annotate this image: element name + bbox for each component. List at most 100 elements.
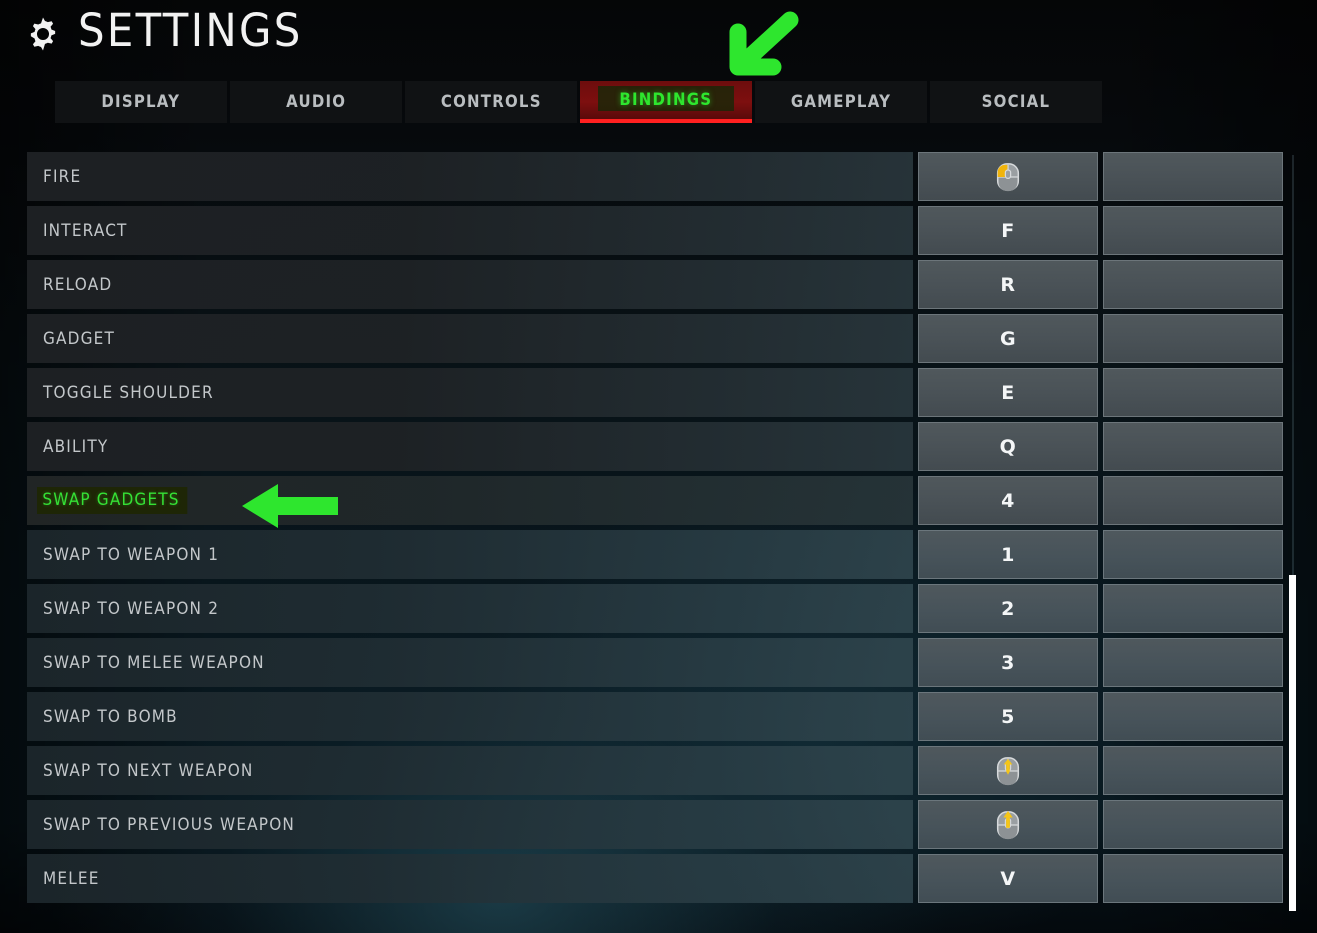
binding-primary-key[interactable]: E	[918, 368, 1098, 417]
tab-controls[interactable]: CONTROLS	[405, 81, 577, 123]
binding-primary-key[interactable]: 5	[918, 692, 1098, 741]
binding-primary-key-label: 4	[1001, 489, 1015, 512]
binding-row[interactable]: SWAP GADGETS 4	[27, 476, 1283, 525]
gear-icon	[30, 17, 56, 50]
binding-row[interactable]: SWAP TO NEXT WEAPON	[27, 746, 1283, 795]
binding-action-label: SWAP GADGETS	[37, 487, 187, 514]
binding-primary-key-label: Q	[999, 435, 1017, 458]
binding-primary-key[interactable]	[918, 746, 1098, 795]
binding-action-label: RELOAD	[43, 274, 113, 295]
binding-secondary-key[interactable]	[1103, 800, 1283, 849]
page-title: SETTINGS	[78, 4, 303, 57]
binding-action-cell: SWAP TO BOMB	[27, 692, 913, 741]
binding-primary-key[interactable]: Q	[918, 422, 1098, 471]
binding-action-label: SWAP TO MELEE WEAPON	[43, 652, 265, 673]
binding-secondary-key[interactable]	[1103, 368, 1283, 417]
binding-action-cell: SWAP TO MELEE WEAPON	[27, 638, 913, 687]
binding-action-cell: MELEE	[27, 854, 913, 903]
binding-secondary-key[interactable]	[1103, 692, 1283, 741]
binding-row[interactable]: SWAP TO WEAPON 1 1	[27, 530, 1283, 579]
binding-action-label: INTERACT	[43, 220, 128, 241]
binding-row[interactable]: SWAP TO PREVIOUS WEAPON	[27, 800, 1283, 849]
tab-gameplay[interactable]: GAMEPLAY	[755, 81, 927, 123]
binding-action-label: GADGET	[43, 328, 115, 349]
binding-action-cell: GADGET	[27, 314, 913, 363]
binding-secondary-key[interactable]	[1103, 530, 1283, 579]
binding-row[interactable]: RELOAD R	[27, 260, 1283, 309]
arrow-pointing-to-bindings-tab	[729, 11, 799, 76]
binding-primary-key-label: 3	[1001, 651, 1015, 674]
binding-action-label: SWAP TO NEXT WEAPON	[43, 760, 254, 781]
binding-action-label: ABILITY	[43, 436, 109, 457]
binding-row[interactable]: INTERACT F	[27, 206, 1283, 255]
binding-primary-key[interactable]	[918, 152, 1098, 201]
binding-action-cell: SWAP TO PREVIOUS WEAPON	[27, 800, 913, 849]
binding-primary-key[interactable]: G	[918, 314, 1098, 363]
binding-action-label: SWAP TO WEAPON 2	[43, 598, 220, 619]
mouse-left-icon	[996, 162, 1020, 191]
binding-action-label: TOGGLE SHOULDER	[43, 382, 214, 403]
binding-secondary-key[interactable]	[1103, 638, 1283, 687]
binding-row[interactable]: MELEE V	[27, 854, 1283, 903]
binding-action-cell: SWAP TO WEAPON 2	[27, 584, 913, 633]
binding-secondary-key[interactable]	[1103, 584, 1283, 633]
binding-row[interactable]: FIRE	[27, 152, 1283, 201]
tab-bindings-label: BINDINGS	[619, 90, 713, 110]
binding-row[interactable]: GADGET G	[27, 314, 1283, 363]
tab-audio-label: AUDIO	[285, 92, 347, 112]
binding-primary-key-label: 1	[1001, 543, 1015, 566]
tab-display[interactable]: DISPLAY	[55, 81, 227, 123]
binding-primary-key[interactable]: 3	[918, 638, 1098, 687]
binding-secondary-key[interactable]	[1103, 746, 1283, 795]
settings-screen: SETTINGS DISPLAY AUDIO CONTROLS BINDINGS…	[0, 0, 1317, 933]
binding-primary-key-label: V	[1000, 867, 1016, 890]
binding-action-cell: FIRE	[27, 152, 913, 201]
binding-primary-key[interactable]: 2	[918, 584, 1098, 633]
binding-secondary-key[interactable]	[1103, 260, 1283, 309]
mouse-wheel-up-icon	[996, 810, 1020, 839]
binding-row[interactable]: ABILITY Q	[27, 422, 1283, 471]
binding-secondary-key[interactable]	[1103, 206, 1283, 255]
binding-action-cell: SWAP GADGETS	[27, 476, 913, 525]
binding-row[interactable]: SWAP TO MELEE WEAPON 3	[27, 638, 1283, 687]
tab-social[interactable]: SOCIAL	[930, 81, 1102, 123]
binding-primary-key-label: 2	[1001, 597, 1015, 620]
binding-row[interactable]: TOGGLE SHOULDER E	[27, 368, 1283, 417]
mouse-wheel-down-icon	[996, 756, 1020, 785]
binding-primary-key[interactable]: V	[918, 854, 1098, 903]
tab-gameplay-label: GAMEPLAY	[790, 92, 892, 112]
binding-action-label: SWAP TO WEAPON 1	[43, 544, 220, 565]
binding-primary-key[interactable]: F	[918, 206, 1098, 255]
scrollbar-thumb[interactable]	[1289, 575, 1296, 911]
binding-action-label: SWAP TO BOMB	[43, 706, 178, 727]
binding-primary-key-label: 5	[1001, 705, 1015, 728]
bindings-list: FIRE INTERACT F RELOAD R GADGET G TOGGLE SHOULD…	[27, 152, 1283, 908]
binding-secondary-key[interactable]	[1103, 314, 1283, 363]
binding-row[interactable]: SWAP TO BOMB 5	[27, 692, 1283, 741]
binding-action-cell: SWAP TO WEAPON 1	[27, 530, 913, 579]
binding-secondary-key[interactable]	[1103, 476, 1283, 525]
binding-action-cell: ABILITY	[27, 422, 913, 471]
tab-bindings[interactable]: BINDINGS	[580, 81, 752, 123]
binding-secondary-key[interactable]	[1103, 152, 1283, 201]
tab-display-label: DISPLAY	[101, 92, 181, 112]
page-header: SETTINGS	[24, 8, 320, 53]
binding-primary-key-label: E	[1001, 381, 1015, 404]
binding-action-label: MELEE	[43, 868, 100, 889]
binding-secondary-key[interactable]	[1103, 854, 1283, 903]
binding-primary-key[interactable]: R	[918, 260, 1098, 309]
tab-controls-label: CONTROLS	[440, 92, 542, 112]
binding-primary-key[interactable]: 1	[918, 530, 1098, 579]
tab-audio[interactable]: AUDIO	[230, 81, 402, 123]
binding-row[interactable]: SWAP TO WEAPON 2 2	[27, 584, 1283, 633]
binding-action-cell: RELOAD	[27, 260, 913, 309]
binding-primary-key[interactable]	[918, 800, 1098, 849]
binding-action-label: FIRE	[43, 166, 82, 187]
binding-action-label: SWAP TO PREVIOUS WEAPON	[43, 814, 296, 835]
binding-primary-key-label: R	[1000, 273, 1016, 296]
binding-action-cell: TOGGLE SHOULDER	[27, 368, 913, 417]
tab-social-label: SOCIAL	[981, 92, 1051, 112]
binding-secondary-key[interactable]	[1103, 422, 1283, 471]
binding-action-cell: INTERACT	[27, 206, 913, 255]
binding-primary-key[interactable]: 4	[918, 476, 1098, 525]
